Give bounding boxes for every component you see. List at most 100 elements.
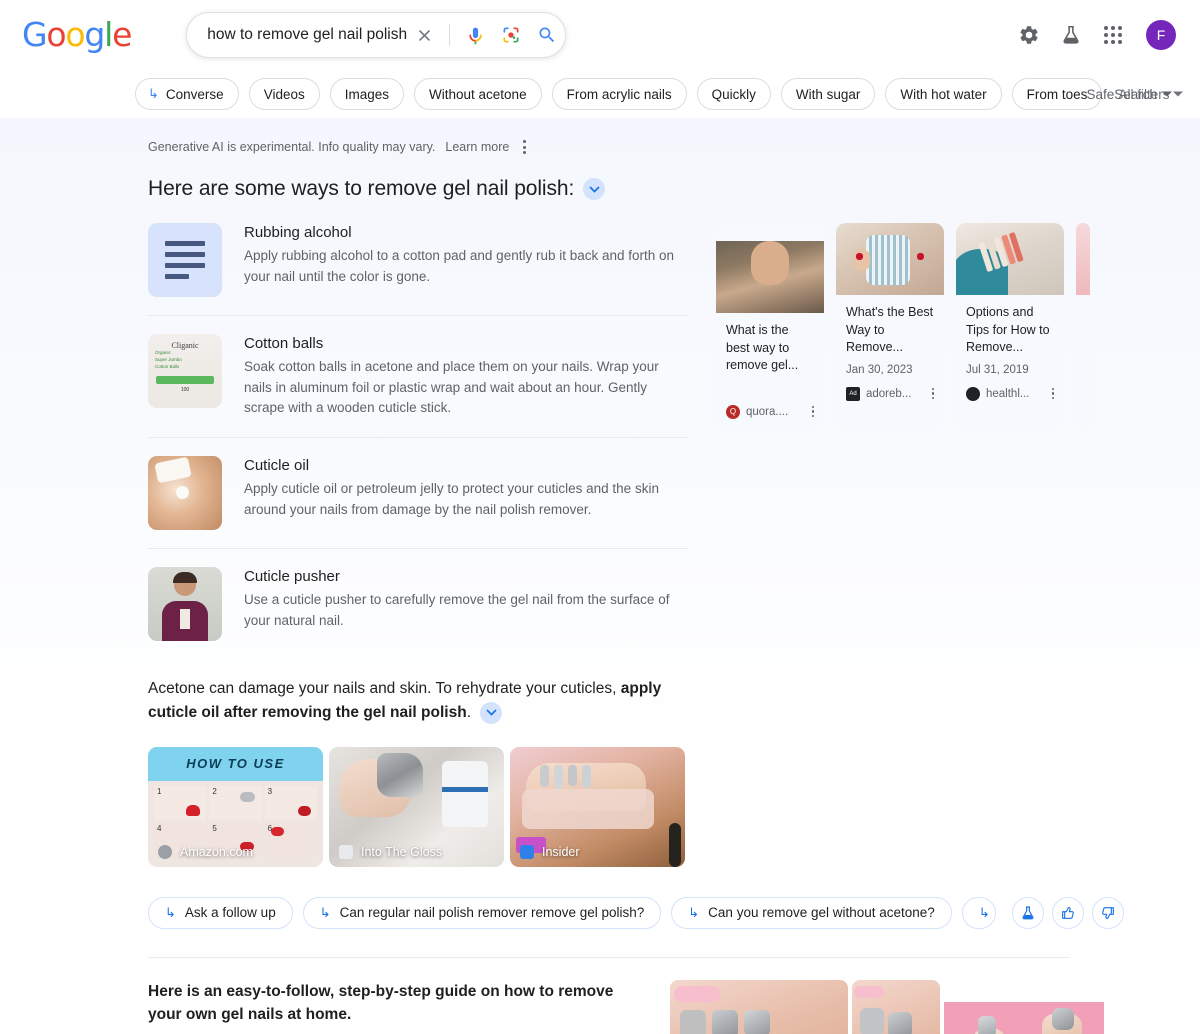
page-header: Google how to remove gel nail polish F [0, 0, 1200, 70]
search-submit-button[interactable] [530, 18, 564, 52]
list-item[interactable]: Cliganic Organic Super Jumbo Cotton Balls … [148, 315, 688, 437]
ai-content-column: Rubbing alcohol Apply rubbing alcohol to… [148, 223, 1124, 929]
ai-source-cards: HOW TO USE 1 2 3 4 5 6 Amazon.com Into T… [148, 746, 688, 867]
list-item[interactable]: Cuticle oil Apply cuticle oil or petrole… [148, 436, 688, 548]
disclaimer-text: Generative AI is experimental. Info qual… [148, 140, 436, 154]
reply-arrow-icon: ↳ [148, 86, 159, 101]
header-actions: F [1016, 0, 1176, 70]
kebab-menu-icon[interactable] [811, 405, 814, 418]
chip-with-hot-water[interactable]: With hot water [885, 78, 1002, 110]
google-lens-button[interactable] [494, 18, 528, 52]
list-item-desc: Apply rubbing alcohol to a cotton pad an… [244, 248, 675, 284]
chevron-down-icon [1162, 91, 1172, 97]
result-image[interactable] [944, 979, 1104, 1034]
chip-converse[interactable]: ↳ Converse [135, 78, 239, 110]
clear-search-button[interactable] [407, 18, 441, 52]
filter-chips-row: ↳ Converse Videos Images Without acetone… [0, 70, 1200, 118]
ai-side-cards: What is the best way to remove gel... Q … [716, 223, 1176, 427]
card-image [716, 241, 824, 313]
gear-icon[interactable] [1016, 22, 1042, 48]
avatar[interactable]: F [1146, 20, 1176, 50]
document-icon [339, 844, 353, 859]
thumbs-down-button[interactable] [1091, 896, 1124, 929]
text-lines-placeholder-icon [148, 223, 222, 297]
ai-disclaimer: Generative AI is experimental. Info qual… [148, 136, 1176, 158]
search-input[interactable] [207, 26, 408, 44]
chip-with-sugar[interactable]: With sugar [780, 78, 876, 110]
source-card[interactable]: HOW TO USE 1 2 3 4 5 6 Amazon.com [148, 746, 323, 867]
chip-videos[interactable]: Videos [248, 78, 320, 110]
list-item[interactable]: Cuticle pusher Use a cuticle pusher to c… [148, 547, 688, 659]
side-card-partial[interactable] [1076, 223, 1090, 427]
ai-summary: Acetone can damage your nails and skin. … [148, 677, 688, 725]
card-title: Options and Tips for How to Remove... [966, 305, 1050, 354]
followup-ask-button[interactable]: ↳ Ask a follow up [148, 896, 293, 929]
card-image [836, 223, 944, 295]
list-item-desc: Apply cuticle oil or petroleum jelly to … [244, 480, 659, 517]
chip-from-acrylic-nails[interactable]: From acrylic nails [551, 78, 687, 110]
chip-quickly[interactable]: Quickly [696, 78, 771, 110]
flask-icon[interactable] [1058, 22, 1084, 48]
card-source: healthl... [986, 387, 1030, 400]
chip-label: From acrylic nails [566, 86, 672, 102]
favicon: Ad [846, 386, 860, 401]
reply-arrow-icon: ↳ [319, 904, 331, 920]
reply-arrow-icon: ↳ [165, 904, 176, 920]
kebab-menu-icon[interactable] [519, 136, 530, 158]
list-item-title: Cuticle pusher [244, 567, 340, 585]
ai-headline: Here are some ways to remove gel nail po… [148, 177, 1176, 201]
chevron-down-icon [1173, 91, 1184, 97]
ai-summary-plain: Acetone can damage your nails and skin. … [148, 679, 621, 697]
thumbnail-image [148, 566, 222, 641]
result-image[interactable] [670, 979, 848, 1034]
bottom-result-title: Here is an easy-to-follow, step-by-step … [148, 982, 614, 1024]
safesearch-button[interactable]: SafeSearch [1086, 87, 1172, 102]
chip-label: With sugar [795, 86, 861, 102]
source-card[interactable]: Insider [510, 746, 685, 867]
source-card-label: Insider [520, 844, 580, 859]
card-image [956, 223, 1064, 295]
thumbs-up-button[interactable] [1051, 896, 1084, 929]
globe-icon [158, 844, 172, 859]
bottom-result-images [670, 979, 1104, 1034]
followup-chips: ↳ Ask a follow up ↳ Can regular nail pol… [148, 896, 1124, 929]
kebab-menu-icon[interactable] [1051, 387, 1054, 400]
result-image[interactable] [852, 979, 940, 1034]
google-logo[interactable]: Google [22, 15, 132, 54]
apps-grid-icon[interactable] [1100, 22, 1126, 48]
source-card[interactable]: Into The Gloss [329, 746, 504, 867]
voice-search-button[interactable] [458, 18, 492, 52]
side-card[interactable]: Options and Tips for How to Remove... Ju… [956, 223, 1064, 427]
card-date: Jul 31, 2019 [966, 363, 1029, 376]
chip-label: Images [344, 86, 390, 102]
followup-chip[interactable]: ↳ Can regular nail polish remover remove… [302, 896, 662, 929]
bottom-result: Here is an easy-to-follow, step-by-step … [0, 958, 1200, 1034]
learn-more-link[interactable]: Learn more [445, 140, 509, 154]
ai-overview-panel: Generative AI is experimental. Info qual… [0, 118, 1200, 929]
labs-flask-button[interactable] [1011, 896, 1044, 929]
card-title: What's the Best Way to Remove... [846, 305, 934, 354]
list-item-title: Cotton balls [244, 335, 324, 352]
list-item-desc: Soak cotton balls in acetone and place t… [244, 359, 659, 416]
kebab-menu-icon[interactable] [931, 387, 934, 400]
thumbnail-image [148, 455, 222, 530]
thumbnail-image: Cliganic Organic Super Jumbo Cotton Balls … [148, 334, 222, 408]
ai-summary-tail: . [466, 703, 471, 721]
card-source: quora.... [746, 405, 789, 418]
list-item[interactable]: Rubbing alcohol Apply rubbing alcohol to… [148, 223, 688, 315]
search-bar[interactable] [186, 12, 567, 58]
chip-label: Quickly [711, 86, 756, 102]
side-card[interactable]: What's the Best Way to Remove... Jan 30,… [836, 223, 944, 427]
chevron-down-icon[interactable] [583, 178, 606, 200]
followup-chip[interactable]: ↳ Does too [961, 896, 996, 929]
chevron-down-icon[interactable] [480, 701, 503, 724]
followup-chip[interactable]: ↳ Can you remove gel without acetone? [671, 896, 952, 929]
list-item-title: Rubbing alcohol [244, 224, 352, 241]
side-card[interactable]: What is the best way to remove gel... Q … [716, 223, 824, 427]
chip-label: Without acetone [429, 86, 527, 102]
chip-label: With hot water [900, 86, 987, 102]
chip-images[interactable]: Images [329, 78, 405, 110]
chip-label: Converse [165, 86, 224, 102]
chip-without-acetone[interactable]: Without acetone [414, 78, 542, 110]
card-image [1076, 223, 1090, 295]
